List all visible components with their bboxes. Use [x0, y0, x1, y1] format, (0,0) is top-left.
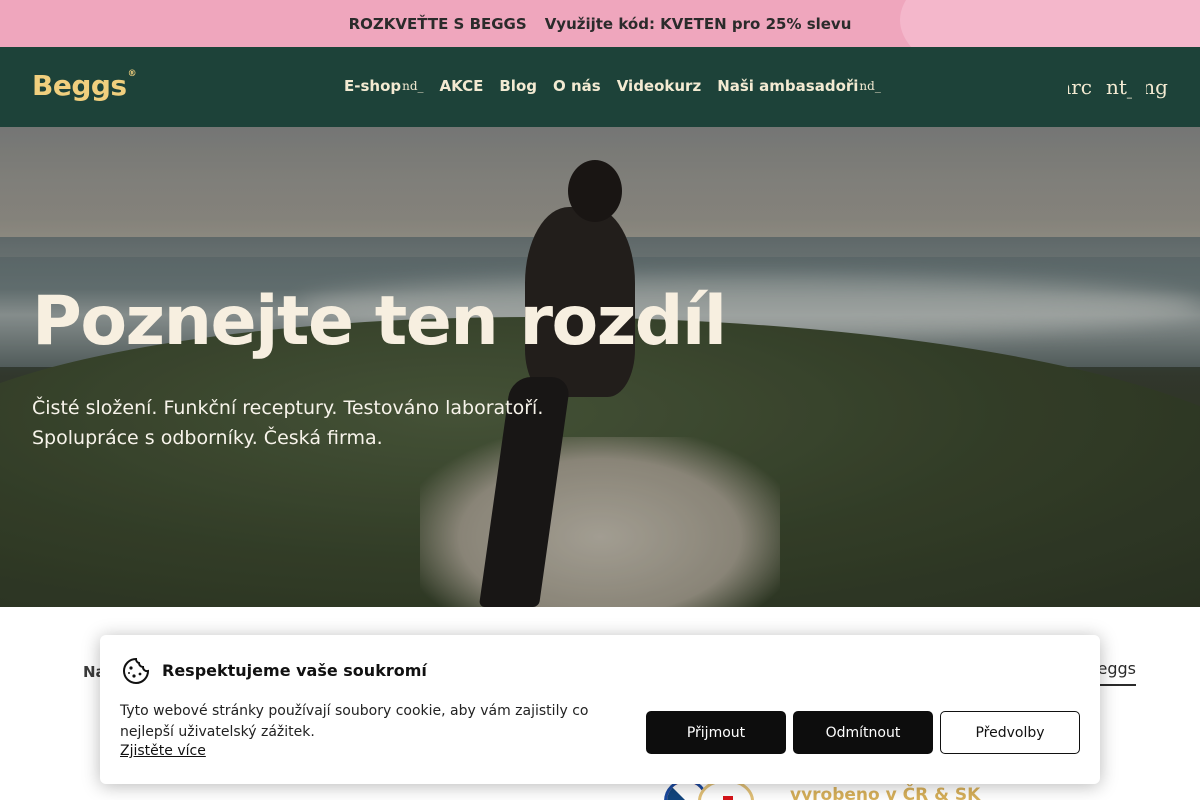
promo-text[interactable]: ROZKVEŤTE S BEGGS Využijte kód: KVETEN p… [0, 0, 1200, 47]
nav-videokurz[interactable]: Videokurz [617, 77, 702, 95]
nav-eshop-label: E-shop [344, 77, 402, 95]
nav-blog-label: Blog [499, 77, 537, 95]
nav-akce[interactable]: AKCE [440, 77, 484, 95]
hero-overlay [0, 127, 1200, 607]
chevron-down-icon: nd_ [402, 79, 424, 93]
nav-o-nas[interactable]: O nás [553, 77, 601, 95]
registered-mark: ® [127, 69, 137, 79]
hero-subtitle-line-2: Spolupráce s odborníky. Česká firma. [32, 427, 383, 449]
logo-text: Beggs [32, 69, 127, 102]
chevron-down-icon: nd_ [859, 79, 881, 93]
main-nav: E-shop nd_ AKCE Blog O nás Videokurz Naš… [344, 77, 881, 95]
header-actions: arc nt_ ing [1068, 75, 1168, 99]
hero-subtitle-line-1: Čisté složení. Funkční receptury. Testov… [32, 397, 544, 419]
promo-offer: Využijte kód: KVETEN pro 25% slevu [544, 14, 852, 33]
cookie-title: Respektujeme vaše soukromí [162, 661, 427, 680]
nav-blog[interactable]: Blog [499, 77, 537, 95]
cart-icon[interactable]: ing [1146, 75, 1168, 99]
search-icon[interactable]: arc [1068, 75, 1092, 99]
hero-banner: Poznejte ten rozdíl Čisté složení. Funkč… [0, 127, 1200, 607]
nav-eshop[interactable]: E-shop nd_ [344, 77, 424, 95]
reject-cookies-button[interactable]: Odmítnout [793, 711, 933, 754]
nav-ambasadori-label: Naši ambasadoři [717, 77, 859, 95]
site-header: Beggs® E-shop nd_ AKCE Blog O nás Videok… [0, 47, 1200, 127]
made-in-text: vyrobeno v ČR & SK [790, 785, 981, 800]
cookie-icon [123, 657, 150, 684]
account-icon[interactable]: nt_ [1106, 75, 1132, 99]
hero-subtitle: Čisté složení. Funkční receptury. Testov… [32, 393, 592, 453]
accept-cookies-button[interactable]: Přijmout [646, 711, 786, 754]
cookie-learn-more-link[interactable]: Zjistěte více [120, 743, 206, 759]
cookie-actions: Přijmout Odmítnout Předvolby [646, 711, 1080, 754]
promo-bar: ROZKVEŤTE S BEGGS Využijte kód: KVETEN p… [0, 0, 1200, 47]
cookie-description: Tyto webové stránky používají soubory co… [120, 703, 589, 740]
nav-videokurz-label: Videokurz [616, 77, 702, 95]
promo-headline: ROZKVEŤTE S BEGGS [348, 14, 527, 33]
cookie-consent-dialog: Respektujeme vaše soukromí Tyto webové s… [100, 635, 1100, 784]
cookie-preferences-button[interactable]: Předvolby [940, 711, 1080, 754]
logo[interactable]: Beggs® [32, 69, 137, 102]
nav-ambasadori[interactable]: Naši ambasadoři nd_ [717, 77, 881, 95]
hero-title: Poznejte ten rozdíl [32, 282, 727, 361]
nav-o-nas-label: O nás [553, 77, 601, 95]
nav-akce-label: AKCE [439, 77, 484, 95]
